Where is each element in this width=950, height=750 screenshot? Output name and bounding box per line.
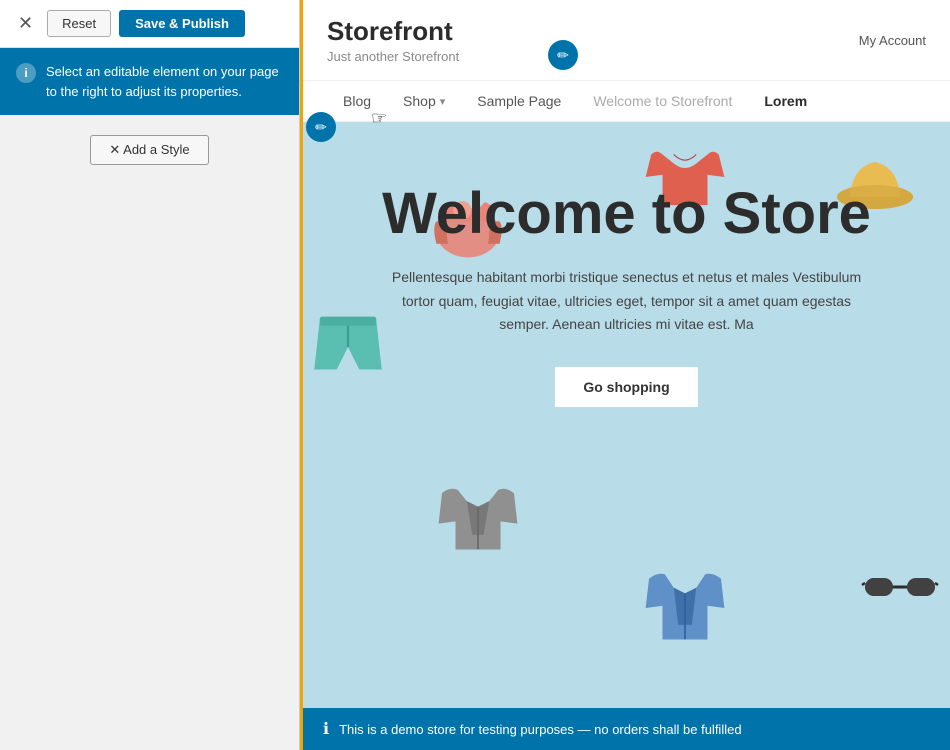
save-publish-button[interactable]: Save & Publish xyxy=(119,10,245,37)
nav-item-shop[interactable]: Shop ▾ xyxy=(387,81,461,121)
reset-button[interactable]: Reset xyxy=(47,10,111,37)
preview-panel: ✏ ✏ Storefront Just another Storefront M… xyxy=(300,0,950,750)
customizer-panel: ✕ Reset Save & Publish i Select an edita… xyxy=(0,0,300,750)
site-tagline: Just another Storefront xyxy=(327,49,459,64)
nav-item-lorem[interactable]: Lorem xyxy=(748,81,823,121)
add-style-button[interactable]: ✕ Add a Style xyxy=(90,135,208,165)
clothing-illustration-6 xyxy=(640,563,730,658)
clothing-illustration-5 xyxy=(433,473,523,568)
toolbar: ✕ Reset Save & Publish xyxy=(0,0,299,48)
cursor-icon: ☞ xyxy=(371,108,387,129)
edit-nav-button[interactable]: ✏ xyxy=(306,112,336,142)
hero-title: Welcome to Store xyxy=(382,182,871,246)
storefront-nav: Blog Shop ▾ Sample Page Welcome to Store… xyxy=(303,81,950,122)
pencil-icon: ✏ xyxy=(557,47,569,64)
edit-header-button[interactable]: ✏ xyxy=(548,40,578,70)
demo-notice-text: This is a demo store for testing purpose… xyxy=(339,722,741,737)
my-account-link[interactable]: My Account xyxy=(859,33,926,48)
info-text: Select an editable element on your page … xyxy=(46,62,283,101)
info-circle-icon: ℹ xyxy=(323,719,329,739)
pencil-icon: ✏ xyxy=(315,119,327,136)
demo-notice-bar: ℹ This is a demo store for testing purpo… xyxy=(303,708,950,750)
go-shopping-button[interactable]: Go shopping xyxy=(555,367,697,407)
close-button[interactable]: ✕ xyxy=(12,11,39,36)
hero-body-text: Pellentesque habitant morbi tristique se… xyxy=(387,266,867,337)
add-style-area: ✕ Add a Style xyxy=(0,115,299,185)
site-branding: Storefront Just another Storefront xyxy=(327,16,459,64)
site-title: Storefront xyxy=(327,16,459,47)
chevron-down-icon: ▾ xyxy=(440,95,446,108)
nav-item-sample-page[interactable]: Sample Page xyxy=(461,81,577,121)
clothing-illustration-4 xyxy=(303,302,393,397)
nav-item-welcome[interactable]: Welcome to Storefront xyxy=(577,81,748,121)
info-message: i Select an editable element on your pag… xyxy=(0,48,299,115)
hero-section: Welcome to Store Pellentesque habitant m… xyxy=(303,122,950,708)
clothing-illustration-7 xyxy=(860,563,940,618)
info-icon: i xyxy=(16,63,36,83)
storefront-header: Storefront Just another Storefront My Ac… xyxy=(303,0,950,81)
